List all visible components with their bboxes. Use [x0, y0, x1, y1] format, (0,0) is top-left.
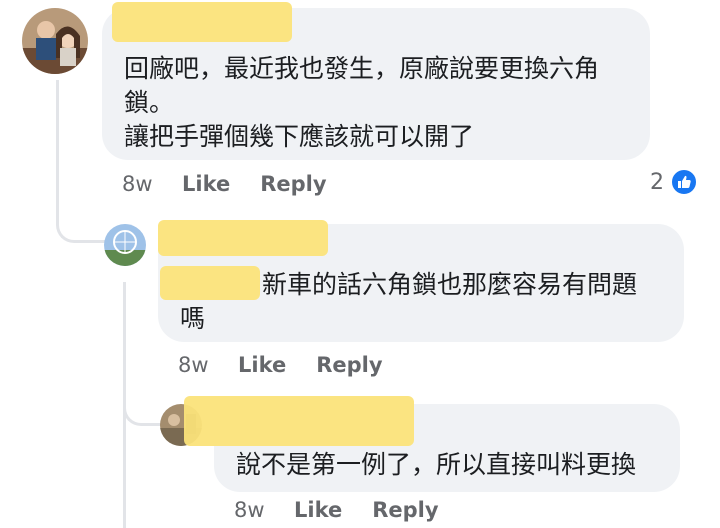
redaction-mark — [158, 220, 328, 256]
avatar[interactable] — [22, 8, 88, 74]
like-button[interactable]: Like — [238, 353, 286, 377]
reply-button[interactable]: Reply — [372, 498, 438, 522]
thumbs-up-icon — [670, 168, 698, 196]
reaction-count: 2 — [650, 169, 664, 195]
reply-button[interactable]: Reply — [316, 353, 382, 377]
comment-bubble: 新車的話六角鎖也那麼容易有問題 嗎 — [158, 220, 684, 342]
thread-curve-reply-1 — [56, 205, 106, 243]
comment-bubble: 回廠吧，最近我也發生，原廠說要更換六角 鎖。 讓把手彈個幾下應該就可以開了 — [102, 2, 650, 160]
thread-curve-reply-2 — [123, 396, 161, 426]
reply-button[interactable]: Reply — [260, 172, 326, 196]
redaction-mark — [184, 396, 414, 446]
comment-timestamp[interactable]: 8w — [178, 353, 238, 377]
comment-actions: 8w Like Reply — [178, 353, 413, 377]
comment-actions: 8w Like Reply — [234, 498, 469, 522]
redaction-mark — [112, 2, 292, 42]
comment-actions: 8w Like Reply — [122, 172, 357, 196]
thread-line-main — [56, 80, 59, 220]
like-button[interactable]: Like — [294, 498, 342, 522]
comment-timestamp[interactable]: 8w — [234, 498, 294, 522]
avatar[interactable] — [104, 224, 146, 266]
comment-text: 說不是第一例了，所以直接叫料更換 — [236, 450, 637, 479]
comment-bubble: 說不是第一例了，所以直接叫料更換 — [184, 396, 680, 492]
comment-text: 新車的話六角鎖也那麼容易有問題 嗎 — [180, 270, 638, 333]
reaction-summary[interactable]: 2 — [650, 168, 698, 196]
like-button[interactable]: Like — [182, 172, 230, 196]
comment-timestamp[interactable]: 8w — [122, 172, 182, 196]
comment-text: 回廠吧，最近我也發生，原廠說要更換六角 鎖。 讓把手彈個幾下應該就可以開了 — [124, 54, 600, 151]
